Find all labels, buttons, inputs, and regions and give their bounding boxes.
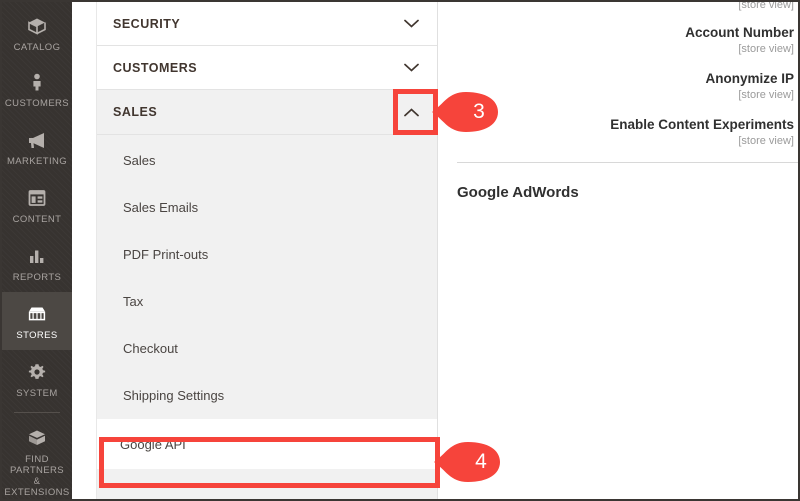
sidebar-item-customers[interactable]: CUSTOMERS <box>2 60 72 118</box>
chevron-down-icon[interactable] <box>399 60 423 76</box>
sidebar-item-label: REPORTS <box>12 272 62 283</box>
section-heading-google-adwords: Google AdWords <box>457 184 579 201</box>
sidebar-item-label: MARKETING <box>6 156 68 167</box>
chevron-up-icon[interactable] <box>399 104 423 120</box>
sidebar-item-stores[interactable]: STORES <box>2 292 72 350</box>
admin-sidebar: CATALOG CUSTOMERS MARKETING CONTENT REPO… <box>2 2 72 499</box>
sidebar-item-label: CUSTOMERS <box>4 98 70 109</box>
field-row-truncated: [store view] <box>438 0 798 12</box>
field-row-account-number: Account Number [store view] <box>438 24 798 56</box>
sidebar-item-content[interactable]: CONTENT <box>2 176 72 234</box>
field-row-enable-content-experiments: Enable Content Experiments [store view] <box>438 116 798 148</box>
field-label: Anonymize IP <box>705 71 794 86</box>
field-scope: [store view] <box>738 0 794 11</box>
magento-admin-screenshot: CATALOG CUSTOMERS MARKETING CONTENT REPO… <box>0 0 800 501</box>
sidebar-item-marketing[interactable]: MARKETING <box>2 118 72 176</box>
sidebar-item-find-partners-extensions[interactable]: FIND PARTNERS & EXTENSIONS <box>2 416 72 499</box>
sidebar-item-label-line2: & EXTENSIONS <box>4 476 70 498</box>
menu-section-security[interactable]: SECURITY <box>97 2 437 46</box>
field-row-anonymize-ip: Anonymize IP [store view] <box>438 70 798 102</box>
content-layout-icon <box>4 186 70 210</box>
submenu-item-checkout[interactable]: Checkout <box>97 325 437 372</box>
sidebar-gutter <box>72 2 97 499</box>
marketing-megaphone-icon <box>4 128 70 152</box>
customers-person-icon <box>4 70 70 94</box>
config-content-area: [store view] Account Number [store view]… <box>438 2 798 499</box>
settings-menu-panel: SECURITY CUSTOMERS SALES Sales Sales Ema… <box>97 2 438 499</box>
chevron-down-icon[interactable] <box>399 16 423 32</box>
submenu-item-sales[interactable]: Sales <box>97 137 437 184</box>
menu-section-title: CUSTOMERS <box>113 60 198 75</box>
extensions-package-icon <box>4 426 70 450</box>
field-scope: [store view] <box>738 43 794 55</box>
section-divider <box>457 162 798 163</box>
sidebar-item-label: CATALOG <box>13 42 61 53</box>
submenu-item-shipping-settings[interactable]: Shipping Settings <box>97 372 437 419</box>
menu-section-sales[interactable]: SALES <box>97 90 437 135</box>
reports-bar-chart-icon <box>4 244 70 268</box>
sidebar-item-catalog[interactable]: CATALOG <box>2 4 72 62</box>
sidebar-item-label: CONTENT <box>12 214 62 225</box>
sidebar-item-label: SYSTEM <box>16 388 58 399</box>
menu-section-title: SECURITY <box>113 16 181 31</box>
field-label: Account Number <box>685 25 794 40</box>
menu-section-title: SALES <box>113 105 158 119</box>
submenu-item-tax[interactable]: Tax <box>97 278 437 325</box>
sidebar-item-system[interactable]: SYSTEM <box>2 350 72 408</box>
sidebar-item-label: STORES <box>16 330 58 341</box>
catalog-box-icon <box>4 14 70 38</box>
field-label: Enable Content Experiments <box>610 117 794 132</box>
system-gear-icon <box>4 360 70 384</box>
sidebar-divider <box>14 412 60 413</box>
menu-section-customers[interactable]: CUSTOMERS <box>97 46 437 90</box>
field-scope: [store view] <box>738 135 794 147</box>
submenu-item-google-api[interactable]: Google API <box>97 419 437 469</box>
submenu-item-pdf-print-outs[interactable]: PDF Print-outs <box>97 231 437 278</box>
sidebar-item-label-line1: FIND PARTNERS <box>9 454 65 476</box>
sidebar-item-reports[interactable]: REPORTS <box>2 234 72 292</box>
stores-storefront-icon <box>4 302 70 326</box>
sales-submenu: Sales Sales Emails PDF Print-outs Tax Ch… <box>97 135 437 469</box>
field-scope: [store view] <box>738 89 794 101</box>
submenu-item-sales-emails[interactable]: Sales Emails <box>97 184 437 231</box>
